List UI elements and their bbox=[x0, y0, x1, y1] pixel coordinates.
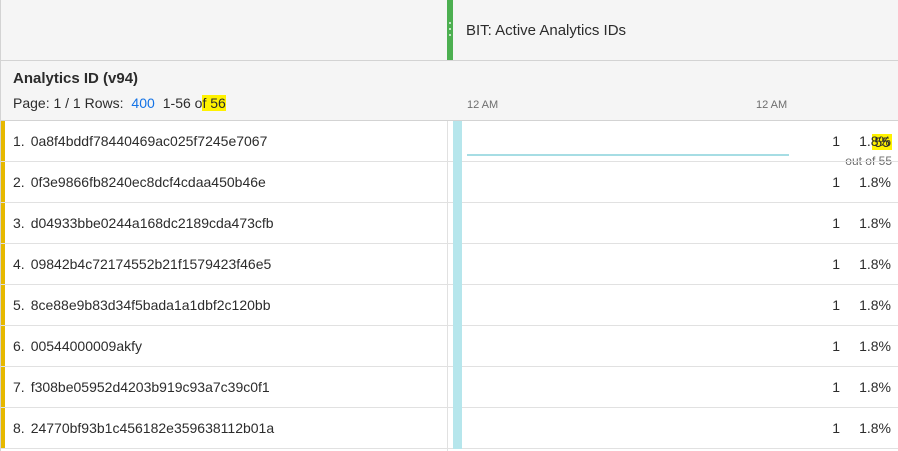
row-label[interactable]: 1. 0a8f4bddf78440469ac025f7245e7067 bbox=[13, 133, 267, 149]
grip-dot bbox=[449, 28, 451, 30]
pagination: Page: 1 / 1 Rows: 400 1-56 of 56 bbox=[13, 95, 226, 111]
row-accent-bar bbox=[1, 203, 5, 243]
row-percent: 1.8% bbox=[859, 133, 891, 149]
table-row[interactable]: 6. 00544000009akfy 1 1.8% bbox=[1, 326, 898, 367]
row-accent-bar bbox=[1, 285, 5, 325]
analytics-id: 0f3e9866fb8240ec8dcf4cdaa450b46e bbox=[30, 174, 266, 190]
row-label[interactable]: 7. f308be05952d4203b919c93a7c39c0f1 bbox=[13, 379, 270, 395]
analytics-id: f308be05952d4203b919c93a7c39c0f1 bbox=[30, 379, 270, 395]
row-sparkline-cell bbox=[453, 367, 462, 408]
row-percent: 1.8% bbox=[859, 297, 891, 313]
analytics-id: 24770bf93b1c456182e359638112b01a bbox=[30, 420, 275, 436]
row-accent-bar bbox=[1, 367, 5, 407]
table-row[interactable]: 3. d04933bbe0244a168dc2189cda473cfb 1 1.8% bbox=[1, 203, 898, 244]
table-body: 1. 0a8f4bddf78440469ac025f7245e7067 1 1.8% 2… bbox=[1, 121, 898, 449]
row-accent-bar bbox=[1, 121, 5, 161]
table-row[interactable]: 7. f308be05952d4203b919c93a7c39c0f1 1 1.8% bbox=[1, 367, 898, 408]
row-accent-bar bbox=[1, 408, 5, 448]
page-indicator: Page: 1 / 1 bbox=[13, 95, 81, 111]
row-count: 1 bbox=[832, 338, 840, 354]
column-divider bbox=[447, 121, 448, 451]
row-sparkline-cell bbox=[453, 203, 462, 244]
row-accent-bar bbox=[1, 244, 5, 284]
metric-title: BIT: Active Analytics IDs bbox=[466, 22, 627, 39]
row-percent: 1.8% bbox=[859, 174, 891, 190]
analytics-id: d04933bbe0244a168dc2189cda473cfb bbox=[30, 215, 274, 231]
row-sparkline-cell bbox=[453, 285, 462, 326]
row-index: 2. bbox=[13, 174, 25, 190]
row-index: 4. bbox=[13, 256, 25, 272]
row-count: 1 bbox=[832, 297, 840, 313]
row-label[interactable]: 4. 09842b4c72174552b21f1579423f46e5 bbox=[13, 256, 271, 272]
table-row[interactable]: 5. 8ce88e9b83d34f5bada1a1dbf2c120bb 1 1.8% bbox=[1, 285, 898, 326]
row-sparkline-cell bbox=[453, 121, 462, 162]
row-label[interactable]: 5. 8ce88e9b83d34f5bada1a1dbf2c120bb bbox=[13, 297, 270, 313]
row-accent-bar bbox=[1, 326, 5, 366]
dimension-header-empty-cell bbox=[1, 0, 447, 60]
row-count: 1 bbox=[832, 174, 840, 190]
analytics-id: 09842b4c72174552b21f1579423f46e5 bbox=[30, 256, 272, 272]
analytics-id: 00544000009akfy bbox=[30, 338, 143, 354]
row-label[interactable]: 3. d04933bbe0244a168dc2189cda473cfb bbox=[13, 215, 274, 231]
table-row[interactable]: 2. 0f3e9866fb8240ec8dcf4cdaa450b46e 1 1.8% bbox=[1, 162, 898, 203]
analytics-id: 8ce88e9b83d34f5bada1a1dbf2c120bb bbox=[30, 297, 271, 313]
row-sparkline-cell bbox=[453, 162, 462, 203]
table-row[interactable]: 8. 24770bf93b1c456182e359638112b01a 1 1.8% bbox=[1, 408, 898, 449]
row-count: 1 bbox=[832, 133, 840, 149]
trend-axis-start-label: 12 AM bbox=[467, 99, 499, 111]
row-accent-bar bbox=[1, 162, 5, 202]
row-percent: 1.8% bbox=[859, 215, 891, 231]
row-percent: 1.8% bbox=[859, 379, 891, 395]
row-index: 8. bbox=[13, 420, 25, 436]
row-percent: 1.8% bbox=[859, 338, 891, 354]
row-index: 7. bbox=[13, 379, 25, 395]
rows-per-page-select[interactable]: 400 bbox=[131, 95, 154, 111]
metric-column-header[interactable]: BIT: Active Analytics IDs bbox=[447, 0, 898, 60]
row-label[interactable]: 8. 24770bf93b1c456182e359638112b01a bbox=[13, 420, 274, 436]
metric-header-row: BIT: Active Analytics IDs bbox=[1, 0, 898, 61]
row-count: 1 bbox=[832, 420, 840, 436]
row-sparkline-cell bbox=[453, 244, 462, 285]
row-index: 1. bbox=[13, 133, 25, 149]
dimension-title[interactable]: Analytics ID (v94) bbox=[13, 70, 138, 87]
drag-handle-icon[interactable] bbox=[447, 0, 453, 60]
analytics-id: 0a8f4bddf78440469ac025f7245e7067 bbox=[30, 133, 268, 149]
row-count: 1 bbox=[832, 379, 840, 395]
table-row[interactable]: 1. 0a8f4bddf78440469ac025f7245e7067 1 1.8% bbox=[1, 121, 898, 162]
row-label[interactable]: 2. 0f3e9866fb8240ec8dcf4cdaa450b46e bbox=[13, 174, 266, 190]
freeform-table: BIT: Active Analytics IDs Analytics ID (… bbox=[0, 0, 898, 451]
rows-label: Rows: bbox=[84, 95, 124, 111]
row-count: 1 bbox=[832, 256, 840, 272]
range-total-highlight: f 56 bbox=[202, 95, 226, 111]
dimension-header-row: Analytics ID (v94) Page: 1 / 1 Rows: 400… bbox=[1, 61, 898, 168]
table-row[interactable]: 4. 09842b4c72174552b21f1579423f46e5 1 1.8% bbox=[1, 244, 898, 285]
grip-dot bbox=[449, 34, 451, 36]
row-percent: 1.8% bbox=[859, 256, 891, 272]
row-count: 1 bbox=[832, 215, 840, 231]
grip-dot bbox=[449, 22, 451, 24]
trend-axis-end-label: 12 AM bbox=[756, 99, 788, 111]
row-sparkline-cell bbox=[453, 408, 462, 449]
row-index: 6. bbox=[13, 338, 25, 354]
row-sparkline-cell bbox=[453, 326, 462, 367]
row-label[interactable]: 6. 00544000009akfy bbox=[13, 338, 142, 354]
row-index: 5. bbox=[13, 297, 25, 313]
row-percent: 1.8% bbox=[859, 420, 891, 436]
row-index: 3. bbox=[13, 215, 25, 231]
range-prefix: 1-56 o bbox=[162, 95, 203, 111]
